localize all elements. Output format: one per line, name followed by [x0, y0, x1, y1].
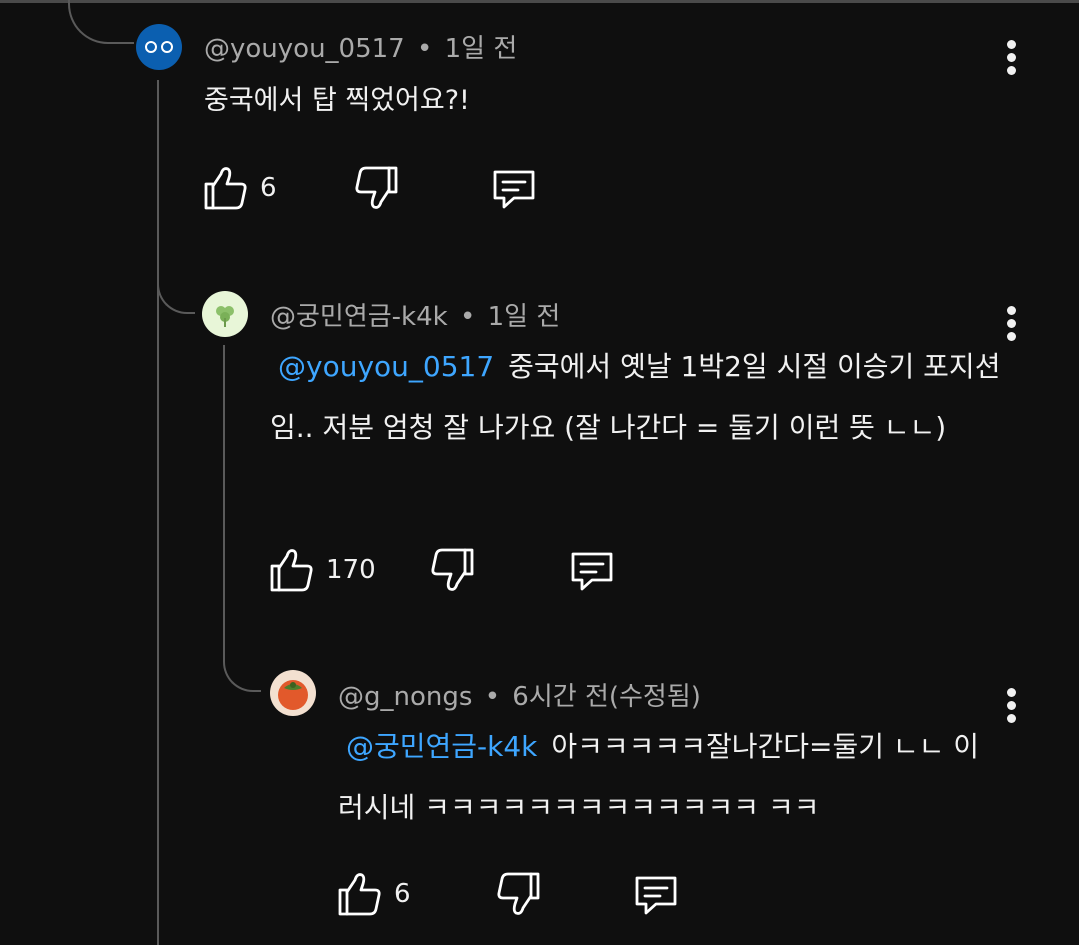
- avatar[interactable]: [136, 24, 182, 70]
- reply-icon[interactable]: [568, 546, 616, 594]
- comment-actions: 170: [268, 546, 616, 594]
- meta-separator: •: [484, 682, 501, 712]
- reply-mention-link[interactable]: @궁민연금-k4k: [338, 730, 537, 763]
- thread-line: [223, 345, 225, 635]
- comment-meta: @궁민연금-k4k • 1일 전: [270, 296, 560, 333]
- like-icon[interactable]: [202, 164, 250, 212]
- comment-text: @youyou_0517 중국에서 옛날 1박2일 시절 이승기 포지션임.. 저…: [270, 336, 1012, 458]
- meta-separator: •: [459, 302, 476, 332]
- like-count: 6: [260, 173, 277, 203]
- author-name[interactable]: @궁민연금-k4k: [270, 302, 448, 332]
- dislike-icon[interactable]: [428, 546, 476, 594]
- comment-meta: @youyou_0517 • 1일 전: [204, 28, 517, 65]
- top-divider: [0, 0, 1079, 3]
- comment-body: 중국에서 탑 찍었어요?!: [204, 85, 470, 116]
- thread-connector: [223, 630, 261, 692]
- like-count: 6: [394, 879, 411, 909]
- reply-icon[interactable]: [632, 870, 680, 918]
- thread-connector: [68, 0, 134, 44]
- dislike-icon[interactable]: [352, 164, 400, 212]
- comment-actions: 6: [336, 870, 680, 918]
- reply-mention-link[interactable]: @youyou_0517: [270, 350, 494, 383]
- comment-text: @궁민연금-k4k 아ㅋㅋㅋㅋㅋ잘나간다=둘기 ㄴㄴ 이러시네 ㅋㅋㅋㅋㅋㅋㅋㅋㅋ…: [338, 716, 1004, 838]
- timestamp[interactable]: 1일 전: [488, 302, 561, 332]
- timestamp[interactable]: 1일 전: [445, 34, 518, 64]
- reply-icon[interactable]: [490, 164, 538, 212]
- author-name[interactable]: @youyou_0517: [204, 34, 405, 64]
- like-icon[interactable]: [268, 546, 316, 594]
- like-icon[interactable]: [336, 870, 384, 918]
- timestamp[interactable]: 6시간 전(수정됨): [512, 682, 701, 712]
- avatar[interactable]: [270, 670, 316, 716]
- avatar[interactable]: [202, 291, 248, 337]
- thread-line: [157, 80, 159, 945]
- dislike-icon[interactable]: [494, 870, 542, 918]
- meta-separator: •: [416, 34, 433, 64]
- like-count: 170: [326, 555, 376, 585]
- comment-meta: @g_nongs • 6시간 전(수정됨): [338, 676, 701, 713]
- author-name[interactable]: @g_nongs: [338, 682, 472, 712]
- comment-text: 중국에서 탑 찍었어요?!: [204, 70, 984, 131]
- more-options-icon[interactable]: [1000, 40, 1024, 80]
- thread-connector: [157, 258, 195, 314]
- comment-actions: 6: [202, 164, 538, 212]
